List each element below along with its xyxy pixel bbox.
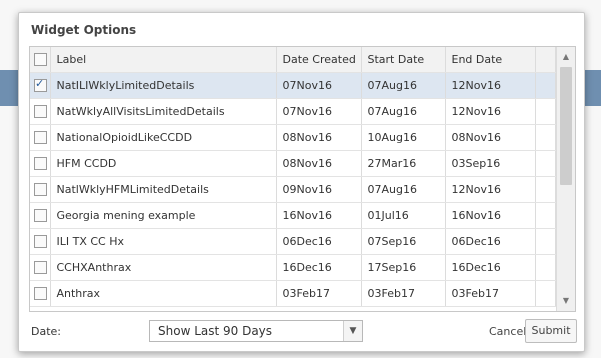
table-row[interactable]: Georgia mening example 16Nov16 01Jul16 16No… [30, 202, 556, 229]
row-spacer [535, 150, 556, 177]
row-checkbox-cell[interactable] [30, 202, 51, 229]
row-checkbox-cell[interactable] [30, 124, 51, 151]
row-date-created: 16Dec16 [276, 254, 362, 281]
grid-body: NatILIWklyLimitedDetails07Nov1607Aug1612… [30, 72, 556, 307]
date-label: Date: [31, 325, 61, 338]
row-start-date: 01Jul16 [361, 202, 446, 229]
row-spacer [535, 176, 556, 203]
scroll-up-icon[interactable]: ▲ [557, 49, 575, 65]
row-label: NatILIWklyLimitedDetails [50, 72, 277, 99]
row-start-date: 07Aug16 [361, 72, 446, 99]
row-start-date: 17Sep16 [361, 254, 446, 281]
row-date-created: 08Nov16 [276, 124, 362, 151]
row-start-date: 07Aug16 [361, 176, 446, 203]
widget-table: Label Date Created Start Date End Date N… [30, 47, 556, 307]
row-checkbox-cell[interactable] [30, 98, 51, 125]
table-row[interactable]: Anthrax 03Feb17 03Feb17 03Feb17 [30, 280, 556, 307]
row-checkbox-cell[interactable] [30, 150, 51, 177]
row-spacer [535, 228, 556, 255]
select-all-checkbox[interactable] [34, 53, 47, 67]
row-spacer [535, 254, 556, 281]
table-row[interactable]: ILI TX CC Hx 06Dec16 07Sep16 06Dec16 [30, 228, 556, 255]
row-label: ILI TX CC Hx [50, 228, 277, 255]
submit-button[interactable]: Submit [525, 319, 577, 343]
row-checkbox[interactable] [34, 183, 47, 197]
row-checkbox[interactable] [34, 77, 47, 93]
row-label: Georgia mening example [50, 202, 277, 229]
row-end-date: 12Nov16 [445, 72, 536, 99]
table-row[interactable]: NatILIWklyLimitedDetails07Nov1607Aug1612… [30, 72, 556, 99]
row-date-created: 03Feb17 [276, 280, 362, 307]
widget-options-dialog: Widget Options Label Date Created Start … [18, 12, 585, 352]
header-spacer [535, 47, 556, 73]
row-checkbox-cell[interactable] [30, 72, 51, 99]
row-end-date: 16Nov16 [445, 202, 536, 229]
table-row[interactable]: CCHXAnthrax 16Dec16 17Sep16 16Dec16 [30, 254, 556, 281]
scroll-down-icon[interactable]: ▼ [557, 293, 575, 309]
row-date-created: 07Nov16 [276, 98, 362, 125]
row-label: NatWklyAllVisitsLimitedDetails [50, 98, 277, 125]
row-spacer [535, 98, 556, 125]
row-start-date: 27Mar16 [361, 150, 446, 177]
row-date-created: 08Nov16 [276, 150, 362, 177]
table-row[interactable]: HFM CCDD 08Nov16 27Mar16 03Sep16 [30, 150, 556, 177]
date-range-select-value: Show Last 90 Days [158, 324, 273, 338]
row-start-date: 07Aug16 [361, 98, 446, 125]
row-end-date: 12Nov16 [445, 176, 536, 203]
row-spacer [535, 124, 556, 151]
row-end-date: 08Nov16 [445, 124, 536, 151]
row-spacer [535, 280, 556, 307]
row-checkbox-cell[interactable] [30, 280, 51, 307]
row-checkbox-cell[interactable] [30, 254, 51, 281]
row-end-date: 16Dec16 [445, 254, 536, 281]
table-row[interactable]: NationalOpioidLikeCCDD 08Nov16 10Aug16 08No… [30, 124, 556, 151]
row-date-created: 07Nov16 [276, 72, 362, 99]
row-date-created: 06Dec16 [276, 228, 362, 255]
row-checkbox[interactable] [34, 287, 47, 301]
column-header-label[interactable]: Label [50, 47, 277, 73]
vertical-scrollbar[interactable]: ▲ ▼ [556, 47, 575, 311]
row-end-date: 06Dec16 [445, 228, 536, 255]
select-all-cell[interactable] [30, 47, 51, 73]
row-checkbox-cell[interactable] [30, 228, 51, 255]
row-checkbox[interactable] [34, 157, 47, 171]
row-checkbox[interactable] [34, 131, 47, 145]
row-date-created: 09Nov16 [276, 176, 362, 203]
table-row[interactable]: NatlWklyHFMLimitedDetails 09Nov16 07Aug16 1… [30, 176, 556, 203]
row-checkbox[interactable] [34, 261, 47, 275]
row-checkbox[interactable] [34, 235, 47, 249]
row-checkbox[interactable] [34, 105, 47, 119]
widget-grid: Label Date Created Start Date End Date N… [29, 46, 576, 312]
row-checkbox[interactable] [34, 209, 47, 223]
dialog-title: Widget Options [31, 23, 137, 37]
row-end-date: 03Feb17 [445, 280, 536, 307]
row-label: CCHXAnthrax [50, 254, 277, 281]
row-label: NatlWklyHFMLimitedDetails [50, 176, 277, 203]
dialog-footer: Date: Show Last 90 Days ▼ Cancel Submit [19, 315, 584, 345]
column-header-start-date[interactable]: Start Date [361, 47, 446, 73]
row-date-created: 16Nov16 [276, 202, 362, 229]
row-start-date: 10Aug16 [361, 124, 446, 151]
table-row[interactable]: NatWklyAllVisitsLimitedDetails 07Nov16 07A… [30, 98, 556, 125]
scroll-thumb[interactable] [560, 67, 572, 185]
column-header-date-created[interactable]: Date Created [276, 47, 362, 73]
row-start-date: 07Sep16 [361, 228, 446, 255]
row-checkbox-cell[interactable] [30, 176, 51, 203]
row-spacer [535, 72, 556, 99]
row-label: Anthrax [50, 280, 277, 307]
row-start-date: 03Feb17 [361, 280, 446, 307]
chevron-down-icon[interactable]: ▼ [343, 321, 362, 341]
row-end-date: 03Sep16 [445, 150, 536, 177]
cancel-button[interactable]: Cancel [489, 325, 526, 338]
row-label: HFM CCDD [50, 150, 277, 177]
header-row: Label Date Created Start Date End Date [30, 47, 556, 73]
row-spacer [535, 202, 556, 229]
date-range-select[interactable]: Show Last 90 Days ▼ [149, 320, 363, 342]
row-end-date: 12Nov16 [445, 98, 536, 125]
column-header-end-date[interactable]: End Date [445, 47, 536, 73]
row-label: NationalOpioidLikeCCDD [50, 124, 277, 151]
